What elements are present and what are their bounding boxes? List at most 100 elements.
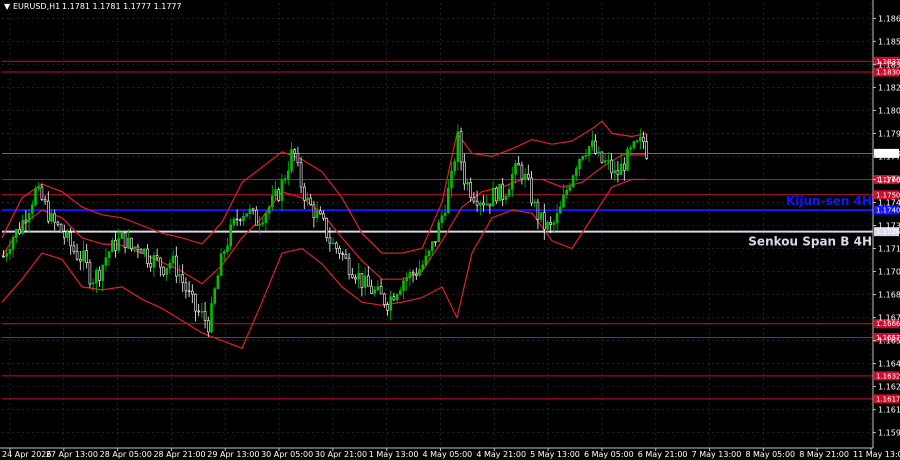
candle-body: [223, 251, 226, 255]
candle-body: [216, 275, 220, 290]
y-tick-label: 1.1865: [878, 14, 900, 23]
candle-body: [277, 189, 281, 201]
candle-body: [210, 303, 213, 333]
candle-body: [360, 273, 364, 288]
candle-body: [414, 273, 418, 276]
level-value: 1.1830: [876, 69, 900, 77]
candle-body: [101, 264, 104, 281]
candle-body: [626, 148, 629, 171]
y-tick-label: 1.1640: [878, 360, 900, 369]
candle-body: [462, 161, 466, 185]
candle-body: [597, 151, 601, 154]
candle-body: [171, 255, 175, 264]
candle-body: [629, 147, 633, 150]
candle-body: [376, 286, 380, 291]
candle-body: [203, 311, 207, 321]
candle-body: [478, 202, 482, 206]
x-tick-label: 24 Apr 2026: [2, 450, 51, 459]
y-tick-label: 1.1775: [878, 152, 900, 161]
candle-body: [555, 212, 559, 224]
x-tick-label: 4 May 05:00: [423, 450, 473, 459]
candle-body: [635, 140, 639, 142]
candle-body: [325, 218, 329, 238]
candle-body: [286, 170, 290, 179]
y-tick-label: 1.1685: [878, 291, 900, 300]
candle-body: [578, 159, 581, 170]
candle-body: [251, 208, 255, 211]
y-tick-label: 1.1610: [878, 406, 900, 415]
candle-body: [584, 155, 588, 157]
candle-body: [117, 238, 120, 251]
candle-body: [98, 269, 101, 281]
candle-body: [440, 215, 444, 223]
candle-body: [299, 162, 303, 188]
candle-body: [382, 293, 386, 305]
candle-body: [405, 277, 409, 282]
candle-body: [498, 183, 501, 202]
candle-body: [258, 223, 261, 226]
x-tick-label: 30 Apr 21:00: [315, 450, 367, 459]
y-tick-label: 1.1820: [878, 83, 900, 92]
candle-body: [248, 208, 252, 214]
collapse-arrow-icon[interactable]: ▼: [4, 2, 11, 11]
candle-body: [357, 273, 361, 280]
candle-body: [66, 232, 69, 238]
senkou-span-b-label: Senkou Span B 4H: [748, 235, 872, 249]
candle-body: [354, 277, 357, 280]
y-tick-label: 1.1790: [878, 129, 900, 138]
candle-body: [558, 206, 562, 214]
y-tick-label: 1.1670: [878, 314, 900, 323]
kijun-value: 1.1740: [876, 207, 900, 215]
x-tick-label: 8 May 05:00: [745, 450, 795, 459]
y-tick-label: 1.1595: [878, 429, 900, 438]
candle-body: [501, 183, 505, 200]
candle-body: [485, 203, 489, 206]
candle-body: [510, 174, 514, 190]
candle-body: [264, 213, 268, 223]
candle-body: [443, 212, 447, 217]
candle-body: [2, 255, 5, 258]
candle-body: [437, 222, 441, 243]
candle-body: [165, 267, 168, 275]
candle-body: [149, 263, 152, 268]
x-tick-label: 4 May 21:00: [476, 450, 526, 459]
candle-body: [72, 245, 76, 252]
candle-body: [79, 258, 82, 262]
candle-body: [245, 213, 248, 217]
candle-body: [107, 251, 111, 258]
candle-body: [261, 222, 265, 225]
candle-body: [526, 173, 530, 179]
candle-body: [453, 161, 457, 172]
x-tick-label: 27 Apr 13:00: [46, 450, 98, 459]
candle-body: [520, 164, 524, 180]
price-chart[interactable]: 1.18371.18301.17601.17501.16661.16571.16…: [0, 0, 900, 460]
x-tick-label: 28 Apr 05:00: [100, 450, 152, 459]
y-tick-label: 1.1700: [878, 268, 900, 277]
candle-body: [549, 221, 553, 225]
candle-body: [155, 255, 159, 259]
candle-body: [136, 246, 140, 251]
x-tick-label: 5 May 13:00: [530, 450, 580, 459]
candle-body: [34, 188, 37, 206]
candle-body: [235, 218, 239, 221]
candle-body: [27, 213, 31, 223]
candle-body: [571, 175, 575, 188]
candle-body: [56, 221, 60, 225]
candle-body: [175, 255, 178, 277]
chart-header: ▼ EURUSD,H1 1.1781 1.1781 1.1777 1.1777: [4, 2, 182, 11]
candle-body: [270, 195, 274, 208]
candle-body: [494, 187, 498, 202]
candle-body: [475, 200, 479, 206]
y-tick-label: 1.1760: [878, 175, 900, 184]
candle-body: [411, 272, 415, 275]
candle-body: [91, 282, 95, 285]
candle-body: [434, 241, 437, 243]
candle-body: [194, 293, 197, 312]
candle-body: [120, 232, 124, 239]
chart-window: 1.1837 1.1830 1.1760 1.1750 1.1666 1.1657 1.16…: [0, 0, 900, 460]
level-value: 1.1632: [876, 372, 900, 380]
candle-body: [15, 229, 18, 238]
candle-body: [338, 247, 341, 254]
candle-body: [542, 212, 546, 230]
candle-body: [315, 210, 319, 218]
